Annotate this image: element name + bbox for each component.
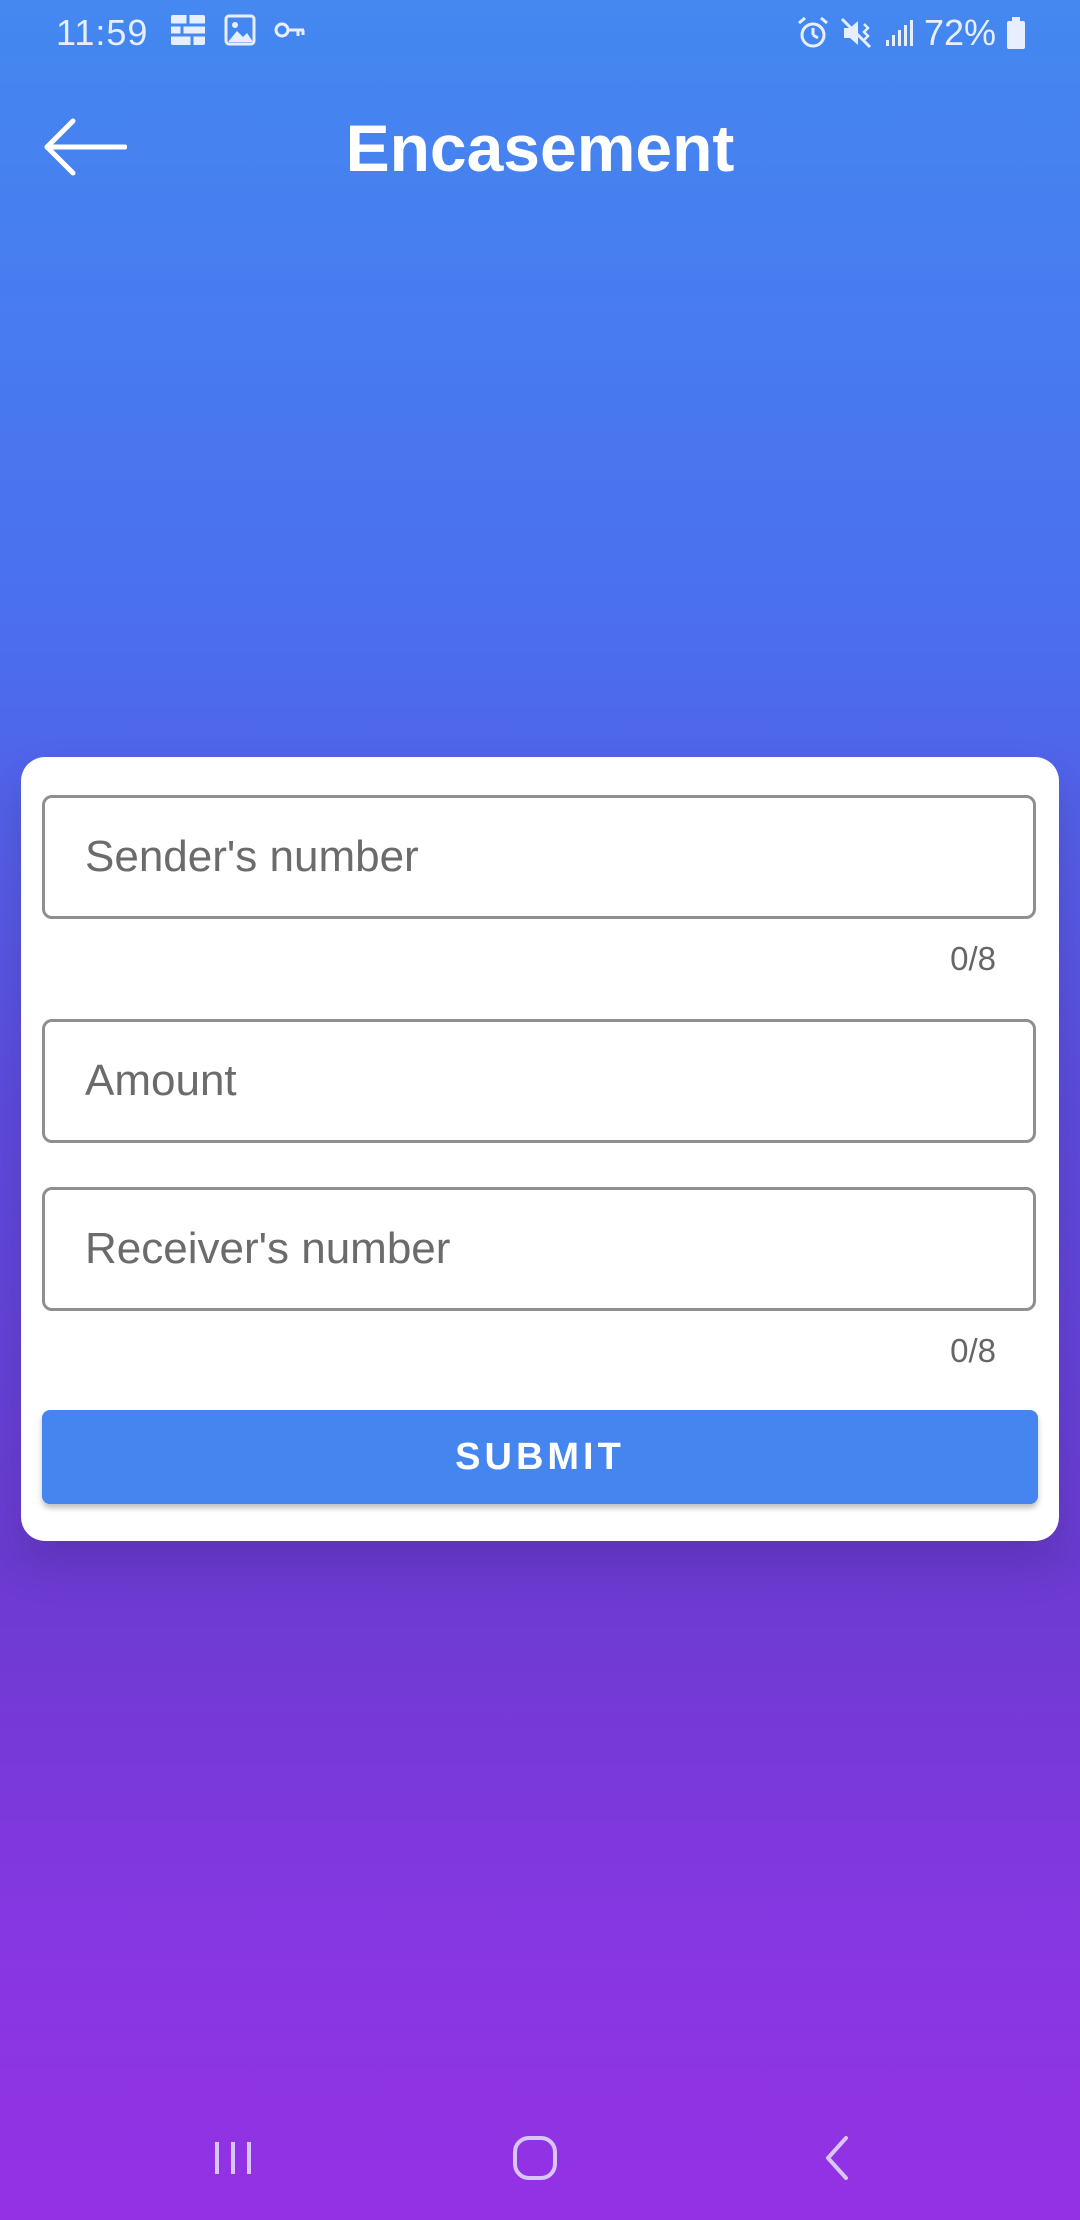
status-left-icons: [170, 14, 306, 51]
key-icon: [274, 20, 306, 45]
page-title: Encasement: [345, 111, 735, 185]
home-icon: [511, 2134, 559, 2187]
recents-button[interactable]: [188, 2130, 278, 2190]
sender-number-field[interactable]: [42, 795, 1036, 919]
image-icon: [224, 14, 256, 51]
back-chevron-icon: [822, 2134, 852, 2187]
app-bar: Encasement: [0, 100, 1080, 196]
form-card: 0/8 0/8 SUBMIT: [21, 757, 1059, 1541]
navigation-bar: [0, 2110, 1080, 2210]
nav-back-button[interactable]: [792, 2130, 882, 2190]
amount-field[interactable]: [42, 1019, 1036, 1143]
receiver-number-field[interactable]: [42, 1187, 1036, 1311]
screen: 11:59 72% Encasement Sender's number 0/8…: [0, 0, 1080, 2220]
battery-icon: [1006, 16, 1026, 50]
amount-input[interactable]: [45, 1022, 1033, 1140]
alarm-icon: [796, 16, 830, 50]
status-bar: 11:59 72%: [0, 0, 1080, 66]
status-time: 11:59: [56, 12, 149, 53]
submit-button[interactable]: SUBMIT: [42, 1410, 1038, 1504]
signal-icon: [884, 18, 914, 48]
status-right: 72%: [796, 12, 1026, 54]
receiver-number-counter: 0/8: [950, 1332, 996, 1369]
home-button[interactable]: [490, 2130, 580, 2190]
receiver-number-input[interactable]: [45, 1190, 1033, 1308]
sender-number-input[interactable]: [45, 798, 1033, 916]
recents-icon: [211, 2138, 255, 2183]
grid-icon: [170, 14, 206, 51]
mute-vibrate-icon: [840, 16, 874, 50]
sender-number-counter: 0/8: [950, 940, 996, 977]
battery-text: 72%: [923, 12, 996, 53]
